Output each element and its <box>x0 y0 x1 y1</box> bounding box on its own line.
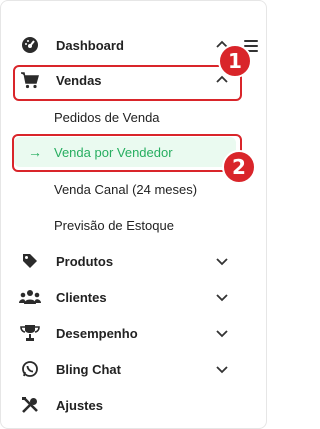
sidebar-item-label: Desempenho <box>56 325 138 341</box>
sidebar-item-label: Produtos <box>56 253 114 269</box>
sidebar-item-label: Dashboard <box>56 37 124 53</box>
tools-icon <box>18 395 42 415</box>
dashboard-icon <box>18 35 42 55</box>
tag-icon <box>18 251 42 271</box>
trophy-icon <box>18 323 42 343</box>
whatsapp-icon <box>18 359 42 379</box>
sidebar-item-bling-chat[interactable]: Bling Chat <box>18 355 238 383</box>
step-marker-1: 1 <box>218 44 252 78</box>
sidebar-item-label: Clientes <box>56 289 107 305</box>
sidebar-item-desempenho[interactable]: Desempenho <box>18 319 238 347</box>
sidebar-item-dashboard[interactable]: Dashboard <box>18 31 238 59</box>
sidebar-item-clientes[interactable]: Clientes <box>18 283 238 311</box>
highlight-box-vendedor <box>12 134 242 172</box>
sidebar-item-label: Bling Chat <box>56 361 121 377</box>
chevron-down-icon[interactable] <box>214 289 230 305</box>
submenu-item-pedidos[interactable]: Pedidos de Venda <box>54 105 160 129</box>
chevron-down-icon[interactable] <box>214 361 230 377</box>
submenu-item-canal[interactable]: Venda Canal (24 meses) <box>54 177 197 201</box>
highlight-box-vendas <box>13 65 242 101</box>
users-icon <box>18 287 42 307</box>
chevron-down-icon[interactable] <box>214 325 230 341</box>
sidebar-item-produtos[interactable]: Produtos <box>18 247 238 275</box>
sidebar-item-label: Ajustes <box>56 397 103 413</box>
chevron-down-icon[interactable] <box>214 253 230 269</box>
sidebar-item-ajustes[interactable]: Ajustes <box>18 391 238 419</box>
step-marker-2: 2 <box>222 150 256 184</box>
submenu-item-previsao[interactable]: Previsão de Estoque <box>54 213 174 237</box>
